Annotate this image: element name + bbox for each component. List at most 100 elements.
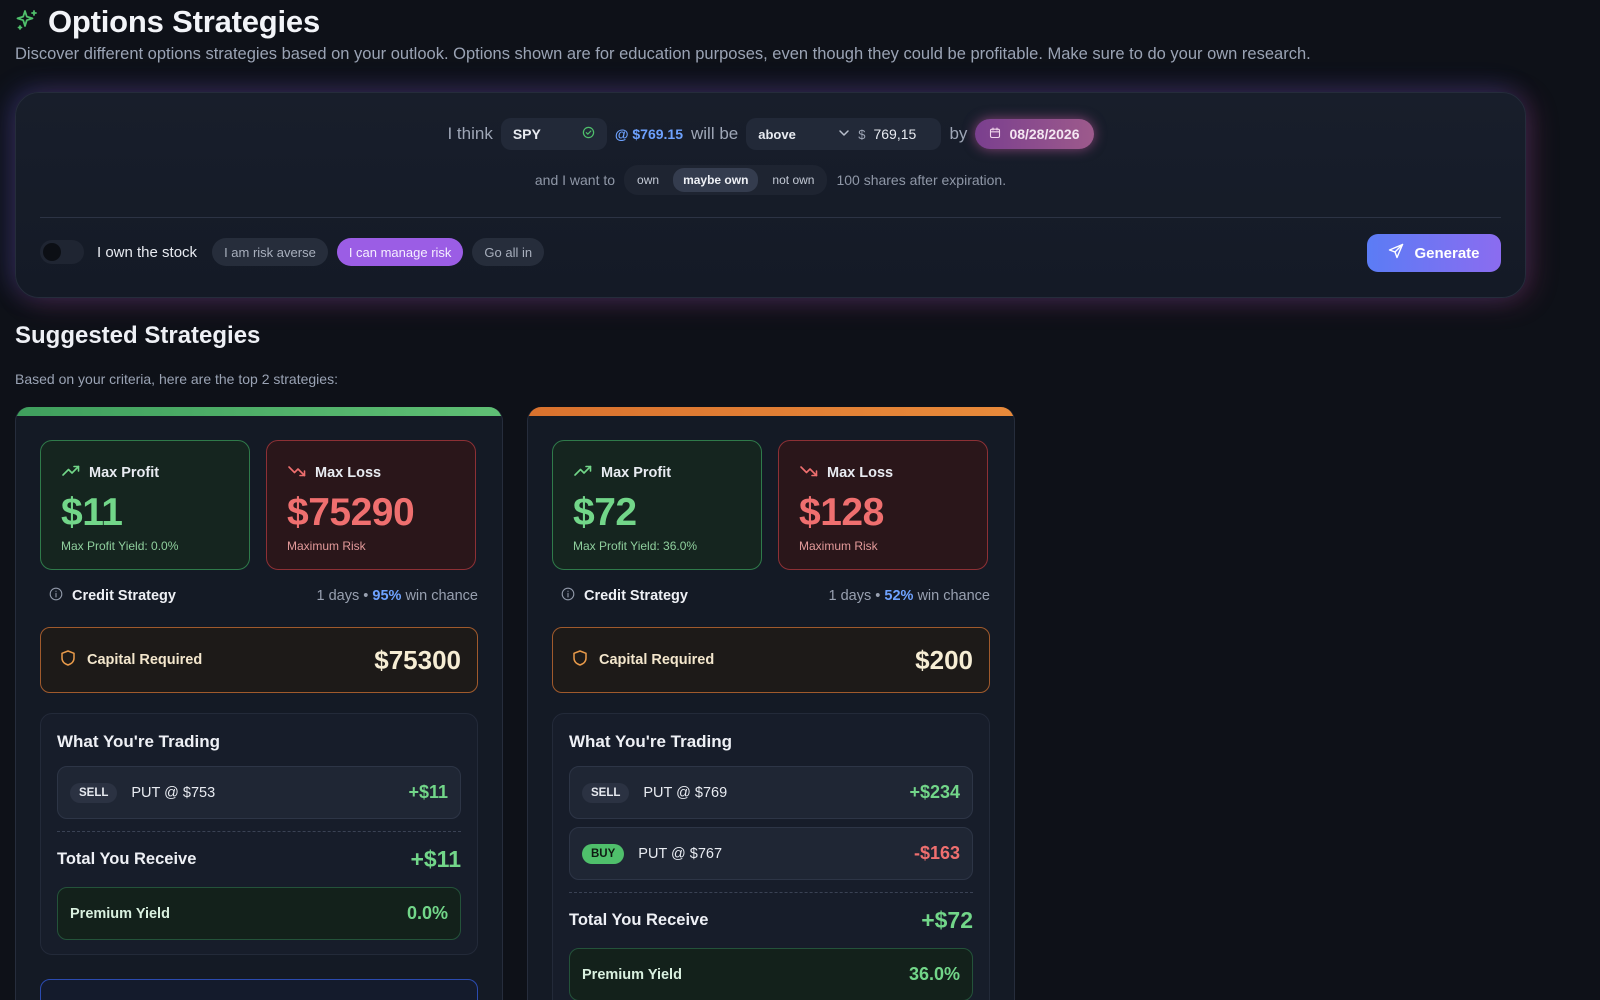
strategy-card: Max Profit $72 Max Profit Yield: 36.0% M… <box>527 407 1015 1000</box>
premium-yield-label: Premium Yield <box>70 905 170 922</box>
max-profit-value: $11 <box>61 491 123 534</box>
max-loss-value: $75290 <box>287 491 415 534</box>
ownership-option-own[interactable]: own <box>627 168 669 192</box>
send-icon <box>1388 243 1404 263</box>
max-profit-box: Max Profit $11 Max Profit Yield: 0.0% <box>40 440 250 570</box>
want-suffix: 100 shares after expiration. <box>836 172 1007 188</box>
strategy-meta-row: Credit Strategy 1 days • 95% win chance <box>40 585 478 607</box>
divider <box>40 217 1501 218</box>
card-accent-bar <box>528 407 1014 416</box>
ownership-option-maybe-own[interactable]: maybe own <box>673 168 759 192</box>
total-row: Total You Receive +$72 <box>569 907 973 934</box>
generate-button[interactable]: Generate <box>1367 234 1501 272</box>
trade-leg: SELL PUT @ $753 +$11 <box>57 766 461 819</box>
separator-dot: • <box>875 588 881 604</box>
strategy-type: Credit Strategy <box>584 588 688 604</box>
trading-section: What You're Trading SELL PUT @ $753 +$11… <box>40 713 478 955</box>
suggested-subtitle: Based on your criteria, here are the top… <box>15 371 338 387</box>
will-be-label: will be <box>690 124 739 143</box>
dashed-divider <box>569 892 973 893</box>
title-row: Options Strategies <box>15 4 320 40</box>
chevron-down-icon <box>838 127 850 142</box>
expiration-date-picker[interactable]: 08/28/2026 <box>975 119 1094 149</box>
risk-option-manage[interactable]: I can manage risk <box>336 238 464 266</box>
i-think-label: I think <box>447 124 493 143</box>
leg-amount: +$234 <box>909 782 960 802</box>
premium-yield-box: Premium Yield 0.0% <box>57 887 461 940</box>
premium-yield-value: 0.0% <box>406 903 448 923</box>
by-label: by <box>949 124 968 143</box>
total-label: Total You Receive <box>569 911 709 929</box>
trade-leg: SELL PUT @ $769 +$234 <box>569 766 973 819</box>
page-title: Options Strategies <box>48 4 321 39</box>
trending-down-icon <box>287 461 307 485</box>
capital-value: $75300 <box>374 644 461 675</box>
trading-title: What You're Trading <box>57 732 221 751</box>
win-percent: 95% <box>372 588 402 604</box>
trending-down-icon <box>799 461 819 485</box>
own-stock-label: I own the stock <box>97 243 198 261</box>
max-loss-label: Max Loss <box>827 465 894 481</box>
leg-description: PUT @ $753 <box>131 784 216 801</box>
total-value: +$11 <box>410 846 461 872</box>
outlook-form-panel: I think SPY @ $769.15 will be above $ 76… <box>15 92 1526 298</box>
want-prefix: and I want to <box>534 172 616 188</box>
total-value: +$72 <box>921 907 973 933</box>
direction-select[interactable]: above $ 769,15 <box>746 118 942 150</box>
info-icon[interactable] <box>561 587 575 605</box>
max-loss-label: Max Loss <box>315 465 382 481</box>
target-price-input[interactable]: 769,15 <box>873 126 929 142</box>
capital-value: $200 <box>915 644 973 675</box>
expiration-date: 08/28/2026 <box>1009 126 1080 142</box>
risk-option-averse[interactable]: I am risk averse <box>212 238 328 266</box>
ticker-value: SPY <box>512 126 541 142</box>
days-to-expiry: 1 days <box>828 588 872 604</box>
ticker-input[interactable]: SPY <box>500 118 607 150</box>
own-stock-toggle[interactable] <box>40 240 84 264</box>
strategy-type: Credit Strategy <box>72 588 176 604</box>
trading-title: What You're Trading <box>569 732 733 751</box>
max-profit-box: Max Profit $72 Max Profit Yield: 36.0% <box>552 440 762 570</box>
suggested-title: Suggested Strategies <box>15 322 261 349</box>
trading-section: What You're Trading SELL PUT @ $769 +$23… <box>552 713 990 1000</box>
ownership-option-not-own[interactable]: not own <box>762 168 824 192</box>
strategy-card: Max Profit $11 Max Profit Yield: 0.0% Ma… <box>15 407 503 1000</box>
days-to-expiry: 1 days <box>316 588 360 604</box>
win-label: win chance <box>405 588 478 604</box>
win-percent: 52% <box>884 588 914 604</box>
side-badge: SELL <box>70 782 118 803</box>
direction-value: above <box>758 126 796 142</box>
win-label: win chance <box>917 588 990 604</box>
max-profit-yield: Max Profit Yield: 36.0% <box>573 539 698 553</box>
page-subtitle: Discover different options strategies ba… <box>15 45 1311 63</box>
info-icon[interactable] <box>49 587 63 605</box>
max-loss-note: Maximum Risk <box>799 539 878 553</box>
currency-symbol: $ <box>858 126 866 142</box>
trending-up-icon <box>573 461 593 485</box>
premium-yield-box: Premium Yield 36.0% <box>569 948 973 1000</box>
risk-option-all-in[interactable]: Go all in <box>472 238 545 266</box>
max-loss-box: Max Loss $128 Maximum Risk <box>778 440 988 570</box>
check-circle-icon <box>582 126 595 142</box>
toggle-knob <box>43 243 61 261</box>
sparkle-icon <box>15 8 39 37</box>
capital-label: Capital Required <box>87 652 203 668</box>
leg-amount: +$11 <box>408 782 448 802</box>
calendar-icon <box>989 126 1001 142</box>
capital-required-box: Capital Required $200 <box>552 627 990 693</box>
premium-yield-label: Premium Yield <box>582 966 682 983</box>
total-row: Total You Receive +$11 <box>57 846 461 873</box>
capital-required-box: Capital Required $75300 <box>40 627 478 693</box>
max-profit-label: Max Profit <box>601 465 672 481</box>
ownership-segmented-control: own maybe own not own <box>624 165 828 195</box>
capital-label: Capital Required <box>599 652 715 668</box>
leg-amount: -$163 <box>913 843 960 863</box>
current-price: @ $769.15 <box>614 126 683 142</box>
options-row: I own the stock I am risk averse I can m… <box>40 235 545 269</box>
dashed-divider <box>57 831 461 832</box>
shield-icon <box>59 649 77 671</box>
generate-label: Generate <box>1414 244 1480 262</box>
trending-up-icon <box>61 461 81 485</box>
win-chance: 1 days • 52% win chance <box>829 588 990 604</box>
leg-description: PUT @ $769 <box>643 784 728 801</box>
